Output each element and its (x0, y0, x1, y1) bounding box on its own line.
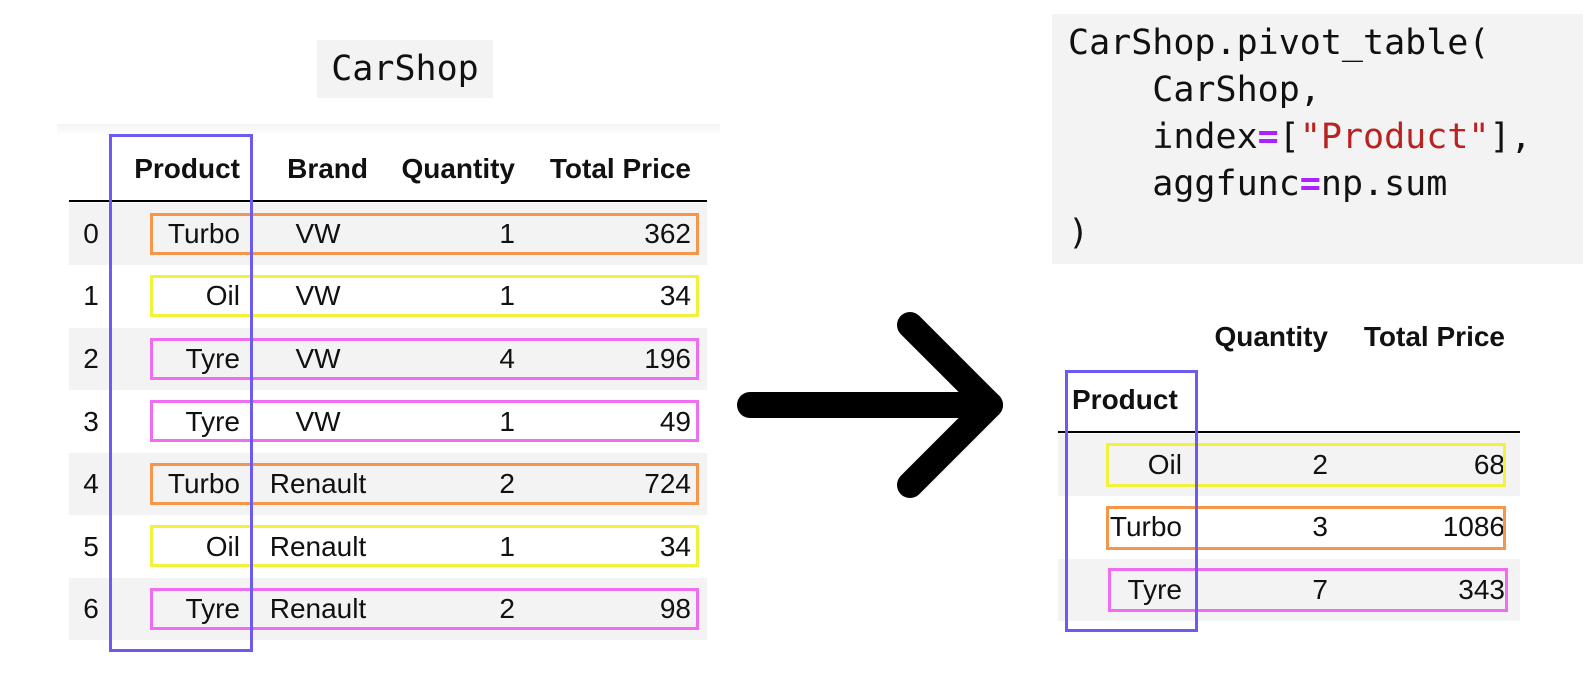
result-header-quantity: Quantity (1214, 321, 1328, 352)
source-header-total-price: Total Price (549, 153, 691, 184)
row-index: 5 (83, 531, 99, 562)
code-value: np.sum (1320, 164, 1448, 204)
code-bracket: [ (1278, 117, 1300, 157)
row-index: 0 (83, 218, 99, 249)
source-header-quantity: Quantity (401, 153, 515, 184)
code-operator: = (1257, 117, 1279, 157)
code-index-keyword: index (1068, 117, 1258, 157)
row-index: 1 (83, 280, 99, 311)
code-line-5: ) (1068, 213, 1090, 253)
row-index: 2 (83, 343, 99, 374)
code-operator: = (1299, 164, 1321, 204)
code-line-4: aggfunc=np.sum (1068, 163, 1447, 205)
source-table-title: CarShop (317, 40, 493, 98)
product-index-highlight (1065, 370, 1198, 632)
row-index: 6 (83, 593, 99, 624)
product-column-highlight (109, 134, 253, 652)
arrow-right-icon (737, 312, 1003, 498)
source-header-brand: Brand (287, 153, 368, 184)
code-bracket: ], (1489, 117, 1532, 157)
code-string: "Product" (1299, 117, 1490, 157)
result-header-total-price: Total Price (1363, 321, 1505, 352)
code-line-2: CarShop, (1068, 70, 1321, 110)
code-line-1: CarShop.pivot_table( (1068, 23, 1490, 63)
row-index: 3 (83, 406, 99, 437)
code-aggfunc-keyword: aggfunc (1068, 164, 1300, 204)
row-index: 4 (83, 468, 99, 499)
code-line-3: index=["Product"], (1068, 116, 1532, 158)
